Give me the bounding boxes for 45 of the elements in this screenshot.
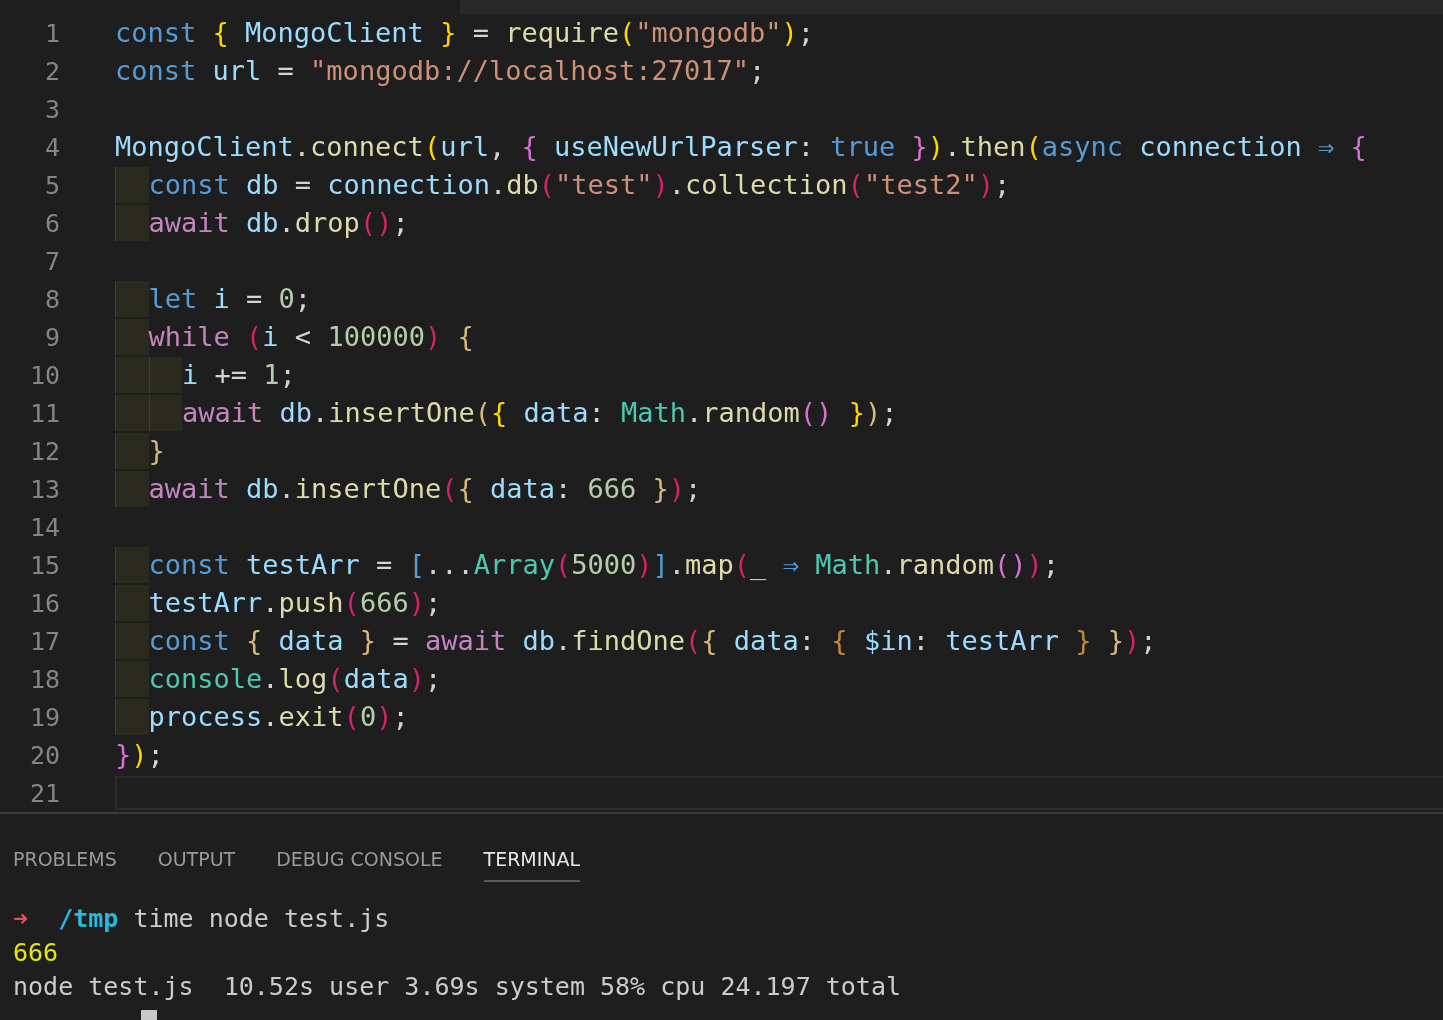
code-line: const { MongoClient } = require("mongodb"); bbox=[115, 16, 815, 50]
code-line: await db.insertOne({ data: Math.random() }); bbox=[115, 395, 898, 431]
line-number: 18 bbox=[28, 664, 60, 694]
line-number: 3 bbox=[43, 94, 60, 124]
line-number: 2 bbox=[43, 56, 60, 86]
code-line: process.exit(0); bbox=[115, 699, 409, 735]
code-line: const { data } = await db.findOne({ data: { $in: testArr } }); bbox=[115, 623, 1157, 659]
terminal-line: 666 bbox=[13, 937, 59, 969]
line-number: 14 bbox=[28, 512, 60, 542]
code-line: await db.insertOne({ data: 666 }); bbox=[115, 471, 702, 507]
line-number: 1 bbox=[43, 18, 60, 48]
code-line: MongoClient.connect(url, { useNewUrlParser: true }).then(async connection ⇒ { bbox=[115, 130, 1367, 164]
terminal-line: node test.js 10.52s user 3.69s system 58% cpu 24.197 total bbox=[13, 971, 902, 1003]
code-line: testArr.push(666); bbox=[115, 585, 442, 621]
code-line: const db = connection.db("test").collection("test2"); bbox=[115, 167, 1011, 203]
line-number: 5 bbox=[43, 170, 60, 200]
code-line: i += 1; bbox=[115, 357, 296, 393]
code-line: const testArr = [...Array(5000)].map(_ ⇒ Math.random()); bbox=[115, 547, 1060, 583]
line-number: 21 bbox=[28, 778, 60, 808]
line-number: 17 bbox=[28, 626, 60, 656]
code-line: await db.drop(); bbox=[115, 205, 409, 241]
line-number: 19 bbox=[28, 702, 60, 732]
code-line: let i = 0; bbox=[115, 281, 312, 317]
line-number: 8 bbox=[43, 284, 60, 314]
panel-tab[interactable]: PROBLEMS bbox=[13, 844, 117, 882]
panel-tab[interactable]: DEBUG CONSOLE bbox=[276, 844, 443, 882]
code-line: }); bbox=[115, 738, 164, 772]
code-line: } bbox=[115, 433, 165, 469]
code-line: const url = "mongodb://localhost:27017"; bbox=[115, 54, 766, 88]
line-number: 6 bbox=[43, 208, 60, 238]
line-number: 11 bbox=[28, 398, 60, 428]
line-number: 9 bbox=[43, 322, 60, 352]
line-number: 12 bbox=[28, 436, 60, 466]
line-number: 16 bbox=[28, 588, 60, 618]
panel-tab[interactable]: OUTPUT bbox=[157, 844, 236, 882]
terminal-line: ➜ /tmp time node test.js bbox=[13, 903, 390, 935]
line-number: 4 bbox=[43, 132, 60, 162]
line-number: 7 bbox=[43, 246, 60, 276]
code-line: console.log(data); bbox=[115, 661, 442, 697]
line-number: 15 bbox=[28, 550, 60, 580]
line-number: 13 bbox=[28, 474, 60, 504]
panel-tab[interactable]: TERMINAL bbox=[483, 844, 581, 882]
line-number: 20 bbox=[28, 740, 60, 770]
line-number: 10 bbox=[28, 360, 60, 390]
code-line: while (i < 100000) { bbox=[115, 319, 474, 355]
